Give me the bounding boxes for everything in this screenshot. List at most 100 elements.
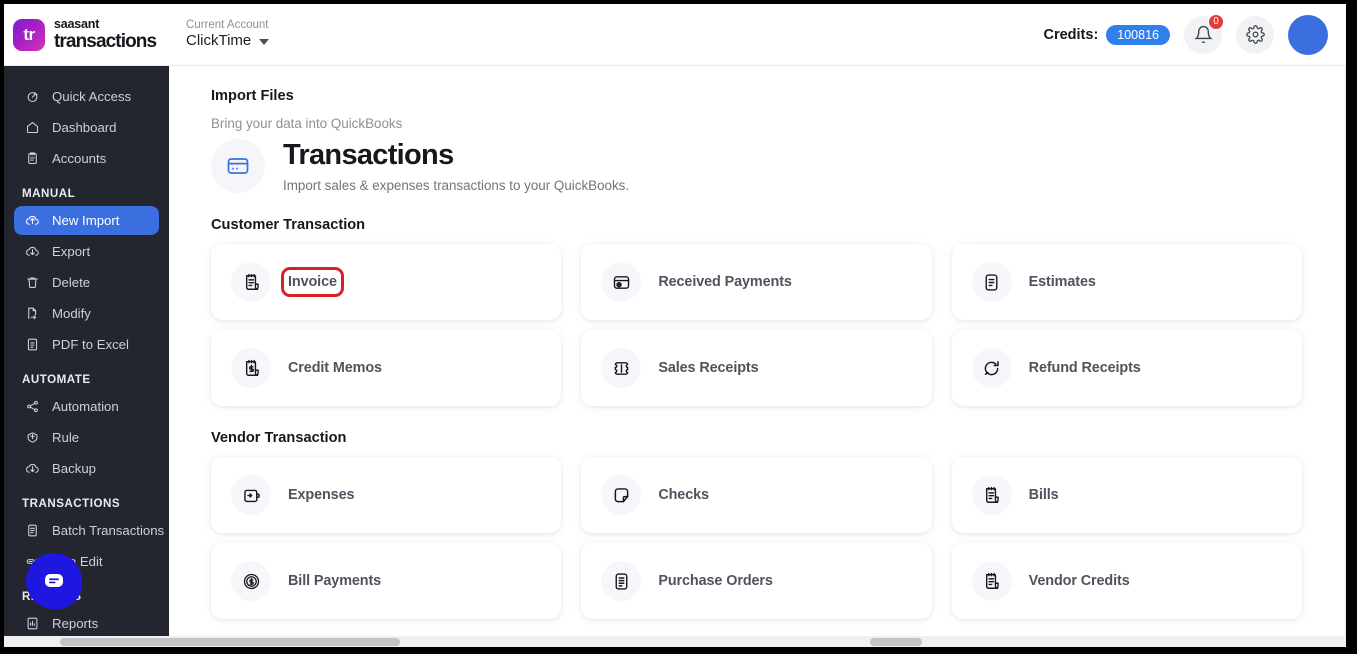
content-right-divider <box>1345 66 1346 647</box>
transaction-card-invoice[interactable]: Invoice <box>211 244 562 320</box>
sidebar-item-delete[interactable]: Delete <box>14 268 159 297</box>
transaction-card-label: Sales Receipts <box>658 360 759 376</box>
transaction-card-sales-receipts[interactable]: Sales Receipts <box>581 330 932 406</box>
document-icon <box>24 522 41 539</box>
transaction-card-vendor-credits[interactable]: Vendor Credits <box>951 543 1302 619</box>
transaction-card-checks[interactable]: Checks <box>581 457 932 533</box>
purchase-order-icon <box>601 561 642 601</box>
download-cloud-icon <box>24 243 41 260</box>
target-icon <box>24 88 41 105</box>
trash-icon <box>24 274 41 291</box>
page-title: Import Files <box>211 88 294 104</box>
transaction-card-label: Refund Receipts <box>1028 360 1141 376</box>
transaction-card-received-payments[interactable]: Received Payments <box>581 244 932 320</box>
sidebar-item-label: Rule <box>52 430 80 445</box>
current-account-label: Current Account <box>186 18 269 31</box>
sidebar-item-pdf-to-excel[interactable]: PDF to Excel <box>14 330 159 359</box>
account-switcher[interactable]: ClickTime <box>186 32 270 51</box>
app-header: tr saasant transactions Current Account … <box>4 4 1346 66</box>
current-account: Current Account ClickTime <box>186 18 270 51</box>
chevron-down-icon <box>259 38 270 45</box>
brand-logo[interactable]: tr saasant transactions <box>4 18 176 51</box>
transaction-card-expenses[interactable]: Expenses <box>211 457 562 533</box>
sidebar-item-reports[interactable]: Reports <box>14 609 159 638</box>
transaction-card-purchase-orders[interactable]: Purchase Orders <box>581 543 932 619</box>
sidebar-item-label: Delete <box>52 275 91 290</box>
sidebar-item-batch-transactions[interactable]: Batch Transactions <box>14 516 164 545</box>
sidebar-item-modify[interactable]: Modify <box>14 299 159 328</box>
sidebar-item-label: Backup <box>52 461 96 476</box>
home-icon <box>24 119 41 136</box>
sidebar-item-label: Batch Transactions <box>52 523 165 538</box>
sidebar-item-label: New Import <box>52 213 120 228</box>
estimate-icon <box>971 262 1012 302</box>
horizontal-scrollbar[interactable] <box>4 636 1346 647</box>
sidebar-item-export[interactable]: Export <box>14 237 159 266</box>
vendor-credit-icon <box>971 561 1012 601</box>
transaction-card-label: Vendor Credits <box>1028 573 1130 589</box>
transaction-card-estimates[interactable]: Estimates <box>951 244 1302 320</box>
gear-icon <box>1245 25 1265 44</box>
settings-button[interactable] <box>1236 15 1274 54</box>
file-pdf-icon <box>24 336 41 353</box>
brand-wordmark: saasant transactions <box>54 16 157 51</box>
sidebar-item-automation[interactable]: Automation <box>14 392 159 421</box>
sidebar-section-title: TRANSACTIONS <box>22 497 121 510</box>
sidebar-section-title: MANUAL <box>22 187 76 200</box>
transaction-card-label: Expenses <box>288 487 355 503</box>
share-nodes-icon <box>24 398 41 415</box>
chat-support-button[interactable] <box>26 553 82 609</box>
expense-icon <box>231 475 271 515</box>
sidebar-item-rule[interactable]: Rule <box>14 423 159 452</box>
refund-icon <box>971 348 1012 388</box>
transaction-card-grid: Invoice Received Payments Estimates Credit … <box>211 244 1302 406</box>
upload-cloud-icon <box>24 212 41 229</box>
sidebar-item-quick-access[interactable]: Quick Access <box>14 82 159 111</box>
transaction-card-refund-receipts[interactable]: Refund Receipts <box>951 330 1302 406</box>
sidebar-item-backup[interactable]: Backup <box>14 454 159 483</box>
brand-line-1: saasant <box>54 16 100 31</box>
credit-card-icon <box>227 158 249 174</box>
saasant-logo-icon: tr <box>13 18 45 51</box>
received-payment-icon <box>601 262 642 302</box>
transaction-card-label: Checks <box>658 487 709 503</box>
invoice-icon <box>231 262 271 302</box>
notification-count-badge: 0 <box>1208 13 1224 30</box>
hero-text: Transactions Import sales & expenses tra… <box>283 139 629 192</box>
download-cloud-icon <box>24 460 41 477</box>
scrollbar-thumb-left[interactable] <box>60 638 400 646</box>
transaction-card-bills[interactable]: Bills <box>951 457 1302 533</box>
transaction-card-bill-payments[interactable]: Bill Payments <box>211 543 562 619</box>
credits-value-badge[interactable]: 100816 <box>1106 24 1170 45</box>
sidebar-item-label: Automation <box>52 399 119 414</box>
sidebar-item-label: Export <box>52 244 91 259</box>
main-content: Import Files Bring your data into QuickB… <box>169 66 1346 647</box>
transaction-card-label: Invoice <box>281 267 344 297</box>
section-title: Vendor Transaction <box>211 430 347 446</box>
avatar[interactable] <box>1288 14 1328 55</box>
credits-display: Credits: 100816 <box>1043 24 1170 45</box>
bill-icon <box>971 475 1012 515</box>
sidebar-item-label: Reports <box>52 616 99 631</box>
transaction-sections: Customer Transaction Invoice Received Paym… <box>211 217 1302 619</box>
bill-payment-icon <box>231 561 271 601</box>
sidebar-item-new-import[interactable]: New Import <box>14 206 159 235</box>
sidebar-item-dashboard[interactable]: Dashboard <box>14 113 159 142</box>
sidebar-nav: Quick Access Dashboard Accounts MANUAL New I… <box>4 66 169 647</box>
section-title: Customer Transaction <box>211 217 366 233</box>
transaction-card-grid: Expenses Checks Bills Bill Payments Purchase… <box>211 457 1302 619</box>
notifications-button[interactable]: 0 <box>1184 13 1224 54</box>
sidebar-item-label: Accounts <box>52 151 107 166</box>
sidebar-item-accounts[interactable]: Accounts <box>14 144 159 173</box>
credit-memo-icon <box>231 348 271 388</box>
app-window: tr saasant transactions Current Account … <box>0 0 1357 654</box>
chat-bubble-icon <box>45 574 63 587</box>
sidebar-section-title: AUTOMATE <box>22 373 91 386</box>
sidebar-item-label: PDF to Excel <box>52 337 129 352</box>
account-name: ClickTime <box>186 32 252 50</box>
header-actions: Credits: 100816 0 <box>1043 13 1346 55</box>
transaction-card-credit-memos[interactable]: Credit Memos <box>211 330 562 406</box>
scrollbar-thumb-right[interactable] <box>870 638 922 646</box>
clipboard-icon <box>24 150 41 167</box>
transaction-card-label: Bills <box>1028 487 1059 503</box>
